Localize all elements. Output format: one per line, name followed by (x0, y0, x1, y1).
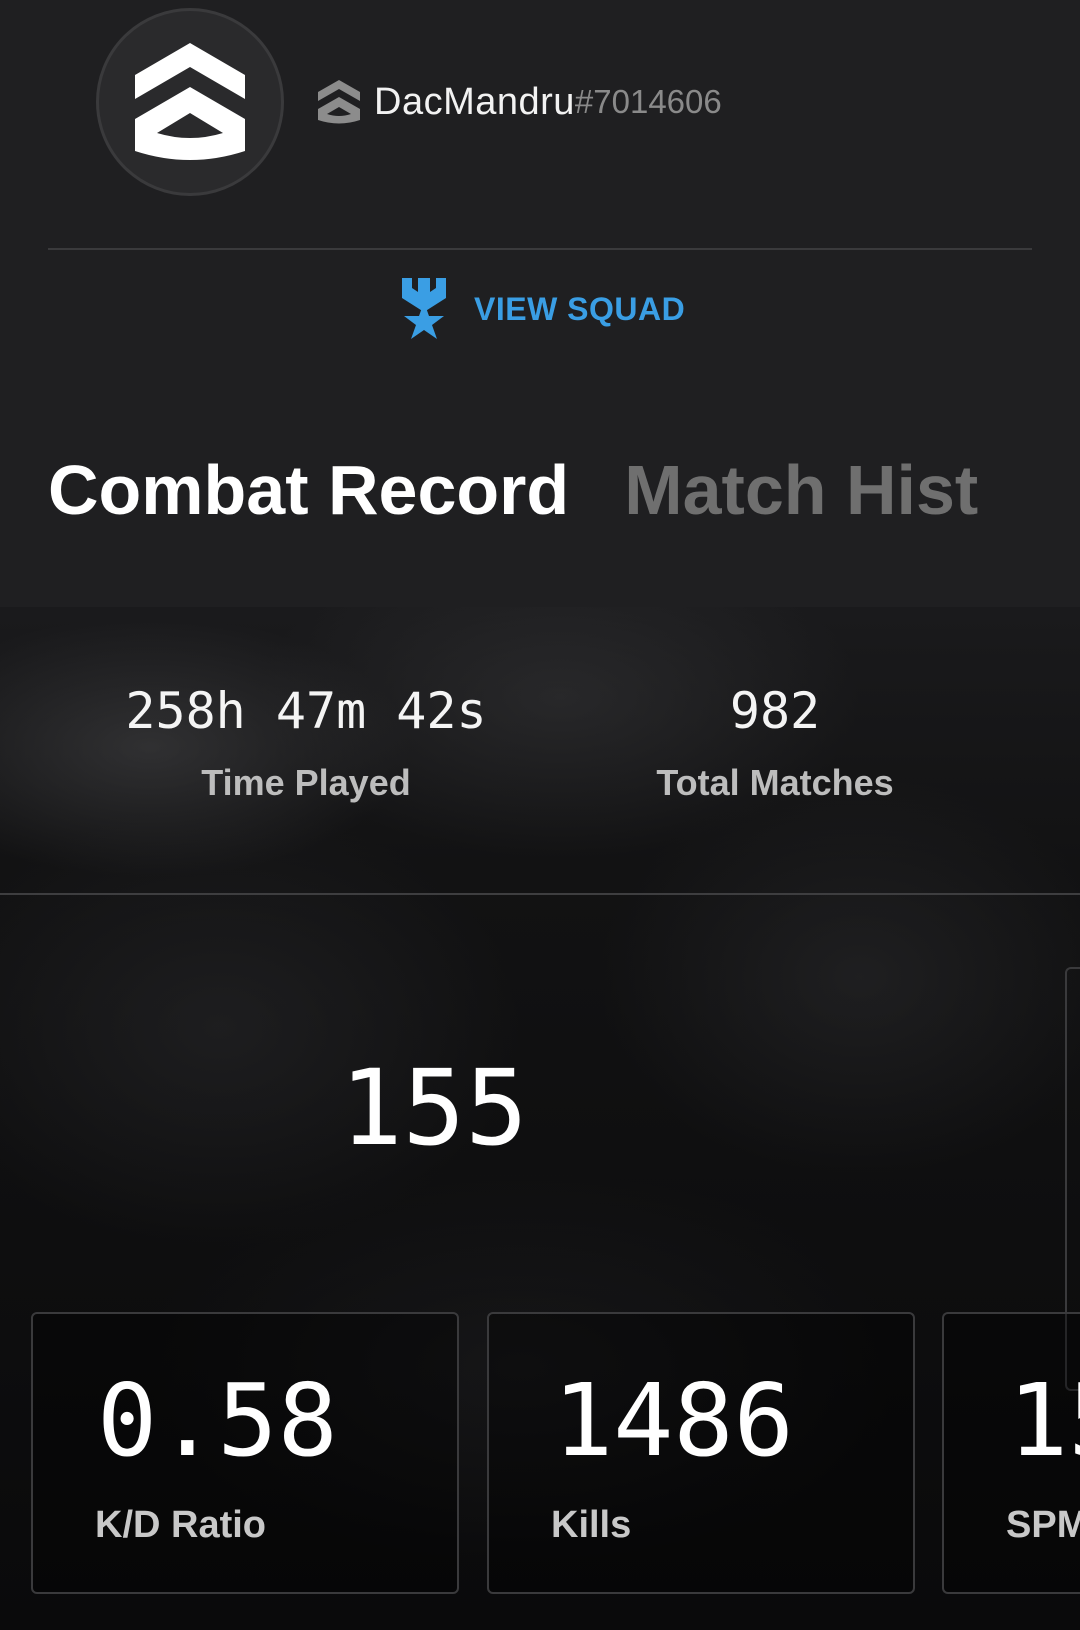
kd-ratio-label: K/D Ratio (95, 1504, 266, 1546)
kd-ratio-value: 0.58 (97, 1362, 338, 1479)
stats-divider (0, 893, 1080, 895)
tab-match-history[interactable]: Match Hist (624, 450, 978, 530)
time-played-stat: 258h 47m 42s Time Played (96, 682, 516, 804)
kills-card[interactable]: 1486 Kills (487, 1312, 915, 1594)
player-name-row: DacMandru #7014606 (318, 80, 722, 124)
rank-avatar[interactable] (96, 8, 284, 196)
total-matches-value: 982 (729, 682, 821, 740)
header-divider (48, 248, 1032, 250)
user-tag: #7014606 (574, 83, 722, 120)
combat-stats-panel: 258h 47m 42s Time Played 982 Total Match… (0, 607, 1080, 1630)
kills-value: 1486 (553, 1362, 794, 1479)
time-played-value: 258h 47m 42s (125, 682, 487, 740)
highlight-value: 155 (340, 1047, 528, 1169)
time-played-label: Time Played (201, 762, 411, 803)
rank-chevron-icon (135, 43, 245, 160)
profile-tabs: Combat Record Match Hist (48, 450, 1028, 530)
squad-star-icon (402, 278, 446, 339)
view-squad-label: VIEW SQUAD (474, 290, 686, 327)
total-matches-stat: 982 Total Matches (600, 682, 950, 804)
kd-ratio-card[interactable]: 0.58 K/D Ratio (31, 1312, 459, 1594)
rank-chevron-icon (318, 80, 360, 124)
profile-header: DacMandru #7014606 VIEW SQUAD Combat Rec… (0, 0, 1080, 607)
total-matches-label: Total Matches (656, 762, 894, 803)
username: DacMandru (374, 80, 575, 123)
spm-card[interactable]: 15 SPM (942, 1312, 1080, 1594)
spm-value: 15 (1008, 1362, 1080, 1479)
kills-label: Kills (551, 1504, 632, 1546)
tab-combat-record[interactable]: Combat Record (48, 450, 569, 530)
spm-label: SPM (1006, 1504, 1080, 1546)
view-squad-button[interactable]: VIEW SQUAD (400, 278, 685, 340)
